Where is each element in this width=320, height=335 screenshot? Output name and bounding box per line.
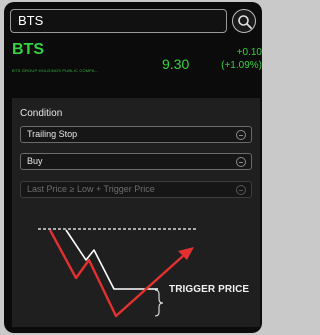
search-input[interactable]: BTS: [10, 9, 227, 33]
trigger-price-label: TRIGGER PRICE: [169, 284, 250, 295]
price-change-value: +0.10: [236, 47, 262, 58]
price-change-percent: (+1.09%): [221, 60, 262, 71]
condition-panel: Condition Trailing Stop Buy Last Price ≥…: [12, 98, 260, 327]
trigger-brace: [154, 289, 164, 317]
search-row: BTS: [10, 9, 256, 35]
stock-symbol: BTS: [12, 41, 44, 58]
trigger-formula-value: Last Price ≥ Low + Trigger Price: [27, 184, 155, 194]
stop-level-line: [65, 229, 158, 290]
search-icon: [238, 15, 252, 29]
last-price: 9.30: [162, 56, 190, 72]
dropdown-circle-icon: [236, 130, 246, 140]
side-value: Buy: [27, 156, 43, 166]
company-name: BTS GROUP HOLDINGS PUBLIC COMPA...: [12, 68, 99, 73]
price-line: [48, 229, 184, 318]
order-type-select[interactable]: Trailing Stop: [20, 126, 252, 143]
trigger-formula-select[interactable]: Last Price ≥ Low + Trigger Price: [20, 181, 252, 198]
dropdown-circle-icon: [236, 157, 246, 167]
dropdown-circle-icon: [236, 185, 246, 195]
price-change: +0.10 (+1.09%): [202, 46, 262, 72]
app-frame: BTS BTS BTS GROUP HOLDINGS PUBLIC COMPA.…: [4, 2, 262, 333]
condition-label: Condition: [20, 108, 63, 119]
order-type-value: Trailing Stop: [27, 129, 78, 139]
trailing-stop-illustration: [38, 228, 198, 318]
side-select[interactable]: Buy: [20, 153, 252, 170]
search-button[interactable]: [232, 9, 256, 33]
